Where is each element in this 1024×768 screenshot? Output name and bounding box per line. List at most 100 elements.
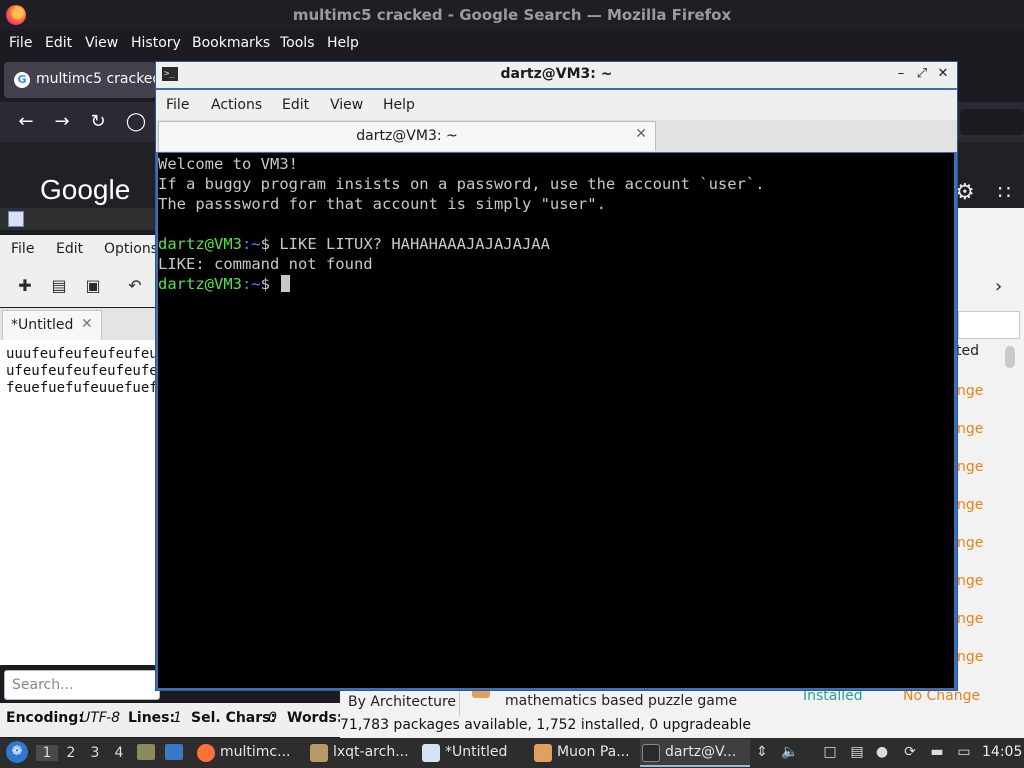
text-editor-icon [8,211,24,227]
terminal-menu-edit[interactable]: Edit [282,97,309,113]
terminal-line: Welcome to VM3! [158,155,298,173]
reload-icon[interactable]: ↻ [86,110,110,134]
task-firefox[interactable]: multimc... [195,739,303,767]
terminal-output[interactable]: Welcome to VM3! If a buggy program insis… [158,153,954,688]
package-action[interactable]: nge [957,535,983,551]
terminal-menu-help[interactable]: Help [383,97,415,113]
desktop-4[interactable]: 4 [109,745,129,761]
sel-chars-label: Sel. Chars: [191,710,277,726]
featherpad-search-input[interactable]: Search... [4,670,160,700]
package-action[interactable]: nge [957,573,983,589]
terminal-line: LIKE: command not found [158,255,373,273]
desktop-3[interactable]: 3 [85,745,105,761]
featherpad-tab[interactable]: *Untitled ✕ [2,310,102,340]
save-icon[interactable]: ▣ [83,276,103,296]
text-line: uuufeufeufeufeufeufe [6,346,160,362]
package-action[interactable]: nge [957,459,983,475]
close-tab-icon[interactable]: ✕ [635,126,647,142]
file-manager-icon[interactable] [137,744,155,760]
muon-search-input[interactable] [958,311,1020,339]
maximize-icon[interactable]: ⤢ [914,66,930,82]
volume-icon[interactable]: 🔈 [781,744,799,760]
featherpad-menubar: File Edit Options [0,235,160,263]
terminal-prompt-line: dartz@VM3:~$ [158,274,291,294]
open-folder-icon[interactable]: ▤ [49,276,69,296]
words-label: Words: [287,710,343,726]
terminal-prompt-line: dartz@VM3:~$ LIKE LITUX? HAHAHAAAJAJAJAJ… [158,234,550,254]
show-desktop-icon[interactable] [165,744,183,760]
featherpad-menu-options[interactable]: Options [104,241,158,257]
task-featherpad[interactable]: *Untitled [420,739,528,767]
firefox-menubar: File Edit View History Bookmarks Tools H… [0,30,1024,58]
firefox-menu-view[interactable]: View [85,35,118,51]
lines-value: 1 [173,710,182,726]
task-label: multimc... [220,744,291,760]
clipboard-icon[interactable]: □ [821,744,839,760]
muon-column-header[interactable]: ted [956,343,1002,371]
featherpad-menu-edit[interactable]: Edit [56,241,83,257]
network-icon[interactable]: ▤ [848,744,866,760]
forward-arrow-icon[interactable]: → [50,110,74,134]
start-menu-icon[interactable]: ❁ [6,741,28,763]
featherpad-statusbar: Encoding: UTF-8 Lines: 1 Sel. Chars: 0 W… [0,703,343,737]
firefox-menu-edit[interactable]: Edit [45,35,72,51]
close-tab-icon[interactable]: ✕ [81,316,93,332]
undo-icon[interactable]: ↶ [125,276,145,296]
clock[interactable]: 14:05 [982,744,1022,760]
desktop-1[interactable]: 1 [36,745,58,761]
terminal-menu-view[interactable]: View [330,97,363,113]
prompt-command: $ LIKE LITUX? HAHAHAAAJAJAJAJAA [260,235,550,253]
apps-grid-icon[interactable]: ∷ [998,180,1011,204]
package-action[interactable]: nge [957,497,983,513]
chevron-right-icon[interactable]: › [995,276,1002,297]
terminal-window-title: dartz@VM3: ~ [500,66,613,82]
shield-icon[interactable]: ◯ [124,110,148,134]
scroll-indicator-icon[interactable]: ⇕ [753,744,771,760]
firefox-menu-history[interactable]: History [131,35,181,51]
firefox-menu-file[interactable]: File [9,35,32,51]
firefox-url-bar[interactable] [960,109,1024,135]
package-action[interactable]: nge [957,421,983,437]
back-arrow-icon[interactable]: ← [14,110,38,134]
new-document-icon[interactable]: ✚ [15,276,35,296]
terminal-icon [642,744,660,762]
update-icon[interactable]: ⟳ [901,744,919,760]
package-action[interactable]: nge [957,649,983,665]
firefox-menu-bookmarks[interactable]: Bookmarks [192,35,270,51]
text-line: feuefuefufeuuefuef [6,380,158,396]
terminal-menubar: File Actions Edit View Help [156,90,957,120]
minimize-icon[interactable]: – [893,66,909,82]
firefox-tab[interactable]: G multimc5 cracked [4,62,161,98]
featherpad-tab-label: *Untitled [11,317,74,333]
terminal-line: The passsword for that account is simply… [158,195,606,213]
task-muon[interactable]: Muon Pa... [532,739,636,767]
terminal-line: If a buggy program insists on a password… [158,175,765,193]
terminal-menu-file[interactable]: File [166,97,189,113]
firefox-menu-help[interactable]: Help [327,35,359,51]
task-archive[interactable]: lxqt-arch... [308,739,416,767]
desktop-2[interactable]: 2 [61,745,81,761]
package-action[interactable]: nge [957,383,983,399]
featherpad-menu-file[interactable]: File [11,241,34,257]
task-terminal[interactable]: dartz@V... [640,739,750,767]
muon-scrollbar[interactable] [1005,346,1015,368]
firefox-titlebar: multimc5 cracked - Google Search — Mozil… [0,0,1024,30]
package-action[interactable]: nge [957,611,983,627]
terminal-tab[interactable]: dartz@VM3: ~ ✕ [158,121,656,151]
by-architecture-filter[interactable]: By Architecture [340,690,460,716]
text-editor-icon [422,744,440,762]
display-icon[interactable]: ▭ [955,744,973,760]
google-logo[interactable]: Google [40,174,130,206]
firefox-menu-tools[interactable]: Tools [280,35,315,51]
prompt-user: dartz@VM3 [158,275,242,293]
notification-icon[interactable]: ● [873,744,891,760]
featherpad-text-area[interactable]: uuufeufeufeufeufeufe ufeufeufeufeufeufeu f… [0,340,160,665]
terminal-menu-actions[interactable]: Actions [211,97,262,113]
firefox-window-title: multimc5 cracked - Google Search — Mozil… [292,6,732,24]
package-description: mathematics based puzzle game [505,693,738,709]
muon-status-text: 71,783 packages available, 1,752 install… [340,717,752,733]
featherpad-titlebar [0,208,160,230]
firefox-tab-title: multimc5 cracked [36,71,162,87]
keyboard-icon[interactable]: ▬ [928,744,946,760]
close-icon[interactable]: ✕ [935,66,951,82]
